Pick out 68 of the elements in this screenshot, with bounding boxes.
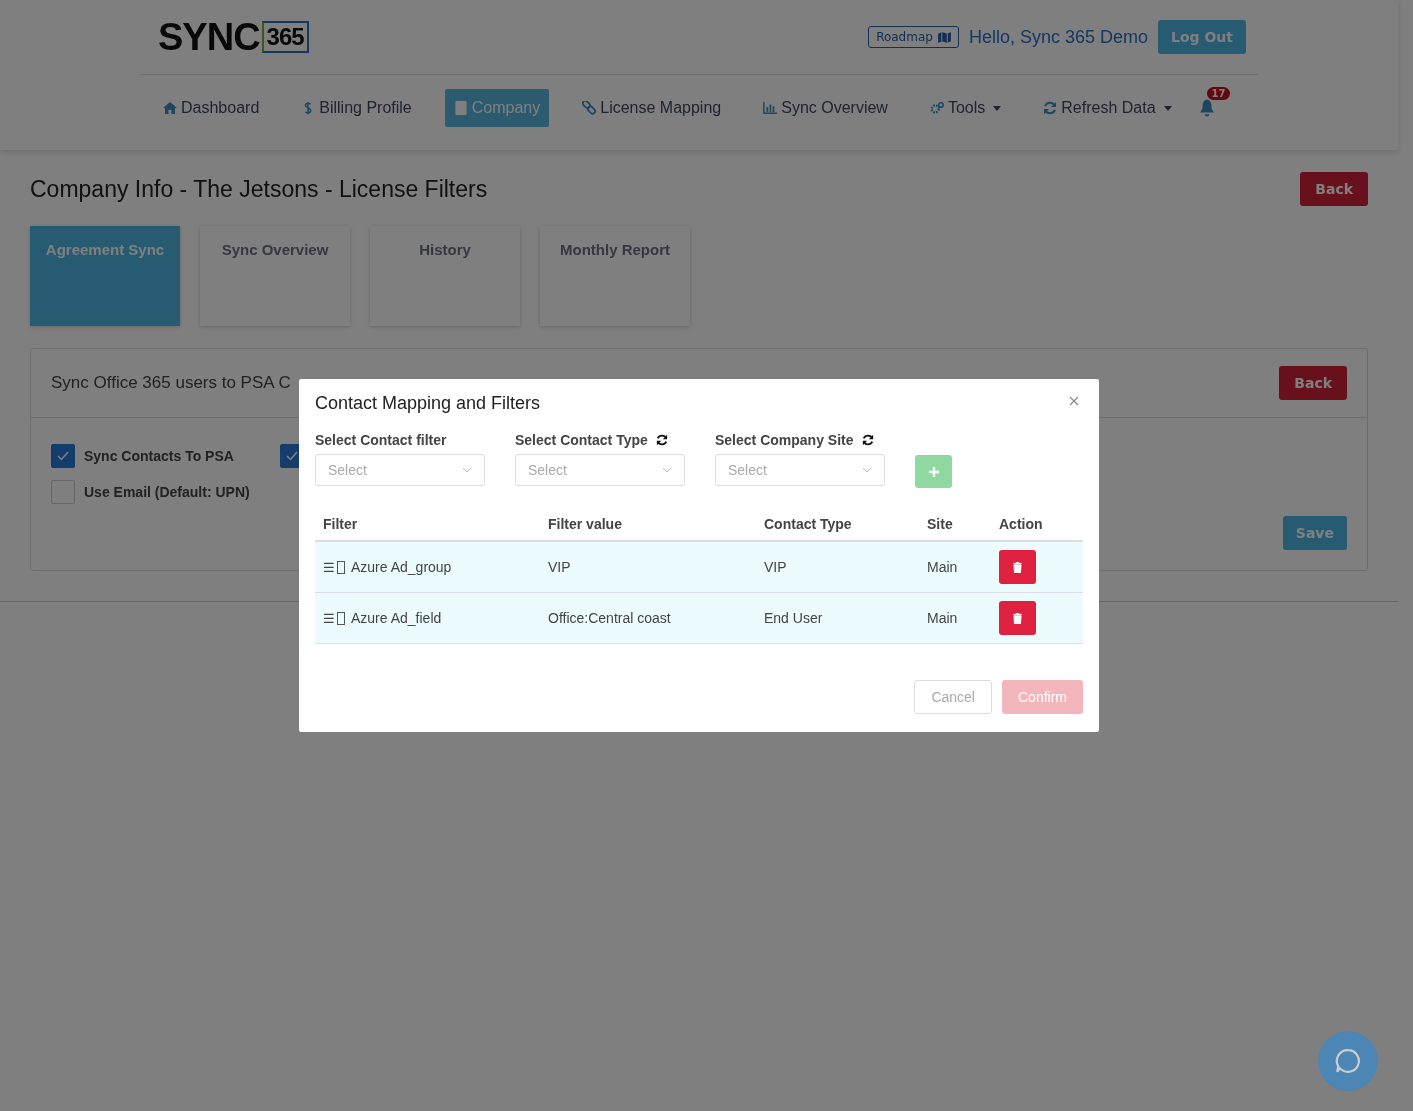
table-cell: Main bbox=[927, 559, 958, 575]
nav-item[interactable]: Billing Profile bbox=[292, 89, 421, 127]
tab[interactable]: Monthly Report bbox=[540, 226, 690, 326]
roadmap-button[interactable]: Roadmap bbox=[868, 26, 959, 48]
bell-icon[interactable] bbox=[1198, 99, 1215, 117]
field-label: Select Contact filter bbox=[315, 432, 447, 448]
checkbox[interactable] bbox=[51, 480, 75, 504]
building-icon bbox=[453, 101, 468, 115]
field-label: Select Contact Type bbox=[515, 432, 648, 448]
chat-button[interactable] bbox=[1318, 1031, 1378, 1091]
nav-item[interactable]: License Mapping bbox=[573, 89, 731, 127]
missing-glyph-icon bbox=[337, 560, 345, 574]
nav-item[interactable]: Tools bbox=[920, 89, 1011, 127]
back-button[interactable]: Back bbox=[1300, 172, 1368, 206]
delete-button[interactable] bbox=[999, 601, 1036, 635]
nav-item[interactable]: Refresh Data bbox=[1034, 89, 1181, 127]
save-button[interactable]: Save bbox=[1282, 516, 1347, 550]
refresh-icon[interactable] bbox=[861, 434, 874, 446]
close-icon[interactable] bbox=[1069, 396, 1079, 406]
checkbox-label: Use Email (Default: UPN) bbox=[84, 484, 250, 500]
tab[interactable]: Sync Overview bbox=[200, 226, 350, 326]
tab[interactable]: History bbox=[370, 226, 520, 326]
table-cell: VIP bbox=[764, 559, 787, 575]
table-cell: Azure Ad_group bbox=[351, 559, 452, 575]
confirm-button[interactable]: Confirm bbox=[1002, 680, 1083, 714]
missing-glyph-icon bbox=[337, 611, 345, 625]
select-field[interactable]: Select bbox=[515, 454, 685, 486]
cancel-button[interactable]: Cancel bbox=[914, 680, 992, 714]
drag-handle[interactable]: ☰ bbox=[323, 559, 335, 575]
trash-icon bbox=[1013, 612, 1022, 624]
trash-icon bbox=[1013, 561, 1022, 573]
nav-item[interactable]: Company bbox=[444, 89, 550, 127]
chevron-icon bbox=[862, 467, 872, 473]
greeting-text: Hello, Sync 365 Demo bbox=[968, 26, 1148, 48]
map-icon bbox=[937, 31, 951, 43]
select-field[interactable]: Select bbox=[715, 454, 885, 486]
plus-icon bbox=[928, 466, 939, 477]
page-title: Company Info - The Jetsons - License Filters bbox=[30, 175, 488, 203]
field-label: Select Company Site bbox=[715, 432, 854, 448]
tab[interactable]: Agreement Sync bbox=[30, 226, 180, 326]
bar-chart-icon bbox=[763, 101, 778, 115]
chevron-icon bbox=[662, 467, 672, 473]
check-icon bbox=[57, 451, 69, 461]
select-field[interactable]: Select bbox=[315, 454, 485, 486]
panel-title: Sync Office 365 users to PSA C bbox=[51, 373, 291, 393]
dialog-title: Contact Mapping and Filters bbox=[315, 393, 541, 414]
nav-item[interactable]: Sync Overview bbox=[754, 89, 897, 127]
table-cell: Main bbox=[927, 610, 958, 626]
refresh-icon bbox=[1043, 101, 1058, 115]
notification-badge: 17 bbox=[1206, 87, 1231, 100]
chevron-icon bbox=[462, 467, 472, 473]
checkbox[interactable] bbox=[51, 444, 75, 468]
gears-icon bbox=[929, 101, 944, 115]
back-button[interactable]: Back bbox=[1279, 366, 1347, 400]
table-cell: Office:Central coast bbox=[548, 610, 671, 626]
table-cell: End User bbox=[764, 610, 823, 626]
nav-item[interactable]: Dashboard bbox=[154, 89, 269, 127]
checkbox-label: Sync Contacts To PSA bbox=[84, 448, 234, 464]
table-cell: Azure Ad_field bbox=[351, 610, 442, 626]
link-icon bbox=[582, 101, 597, 115]
logo: SYNC 365 bbox=[158, 15, 309, 59]
table-cell: VIP bbox=[548, 559, 571, 575]
drag-handle[interactable]: ☰ bbox=[323, 610, 335, 626]
refresh-icon[interactable] bbox=[655, 434, 668, 446]
chat-bubble-icon bbox=[1335, 1048, 1361, 1074]
logout-button[interactable]: Log Out bbox=[1158, 20, 1246, 54]
delete-button[interactable] bbox=[999, 550, 1036, 584]
home-icon bbox=[163, 101, 177, 115]
